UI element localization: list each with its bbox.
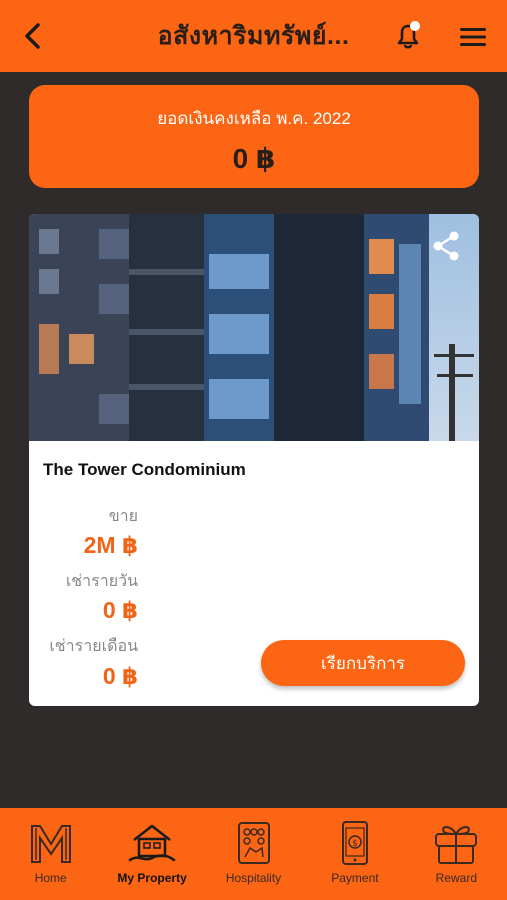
nav-item-hospitality[interactable]: Hospitality bbox=[203, 808, 304, 900]
nav-label-reward: Reward bbox=[435, 871, 477, 885]
nav-label-payment: Payment bbox=[331, 871, 379, 885]
nav-label-my-property: My Property bbox=[117, 871, 187, 885]
nav-item-reward[interactable]: Reward bbox=[406, 808, 507, 900]
property-photo bbox=[29, 214, 479, 441]
bottom-navigation: Home My Property Hospitality $ Payment R… bbox=[0, 808, 507, 900]
request-service-button[interactable]: เรียกบริการ bbox=[261, 640, 465, 686]
sale-label: ขาย bbox=[108, 508, 138, 525]
chevron-left-icon[interactable] bbox=[18, 20, 48, 52]
page-title: อสังหาริมทรัพย์... bbox=[157, 22, 350, 50]
nav-item-payment[interactable]: $ Payment bbox=[304, 808, 405, 900]
bell-icon[interactable] bbox=[390, 18, 426, 54]
home-logo-icon bbox=[30, 825, 71, 863]
nav-item-my-property[interactable]: My Property bbox=[101, 808, 202, 900]
balance-amount: 0 ฿ bbox=[232, 143, 276, 174]
nav-label-home: Home bbox=[34, 871, 67, 885]
daily-rent-label: เช่ารายวัน bbox=[65, 573, 138, 590]
daily-rent-value: 0 ฿ bbox=[102, 597, 138, 623]
nav-label-hospitality: Hospitality bbox=[225, 871, 282, 885]
svg-text:$: $ bbox=[352, 839, 358, 849]
gift-icon bbox=[435, 826, 478, 864]
property-name: The Tower Condominium bbox=[43, 460, 246, 479]
balance-card: ยอดเงินคงเหลือ พ.ค. 2022 0 ฿ bbox=[29, 85, 479, 188]
notification-dot bbox=[410, 21, 420, 31]
payment-phone-icon: $ bbox=[341, 821, 368, 865]
hospitality-icon bbox=[237, 822, 270, 864]
monthly-rent-label: เช่ารายเดือน bbox=[49, 638, 138, 655]
balance-label: ยอดเงินคงเหลือ พ.ค. 2022 bbox=[157, 109, 351, 128]
property-card[interactable]: The Tower Condominium ขาย 2M ฿ เช่ารายวั… bbox=[29, 214, 479, 706]
nav-item-home[interactable]: Home bbox=[0, 808, 101, 900]
sale-value: 2M ฿ bbox=[83, 532, 138, 558]
house-icon bbox=[128, 824, 176, 862]
top-app-bar: อสังหาริมทรัพย์... bbox=[0, 0, 507, 72]
monthly-rent-value: 0 ฿ bbox=[102, 663, 138, 689]
share-icon[interactable] bbox=[429, 229, 463, 263]
hamburger-menu-icon[interactable] bbox=[458, 24, 488, 50]
